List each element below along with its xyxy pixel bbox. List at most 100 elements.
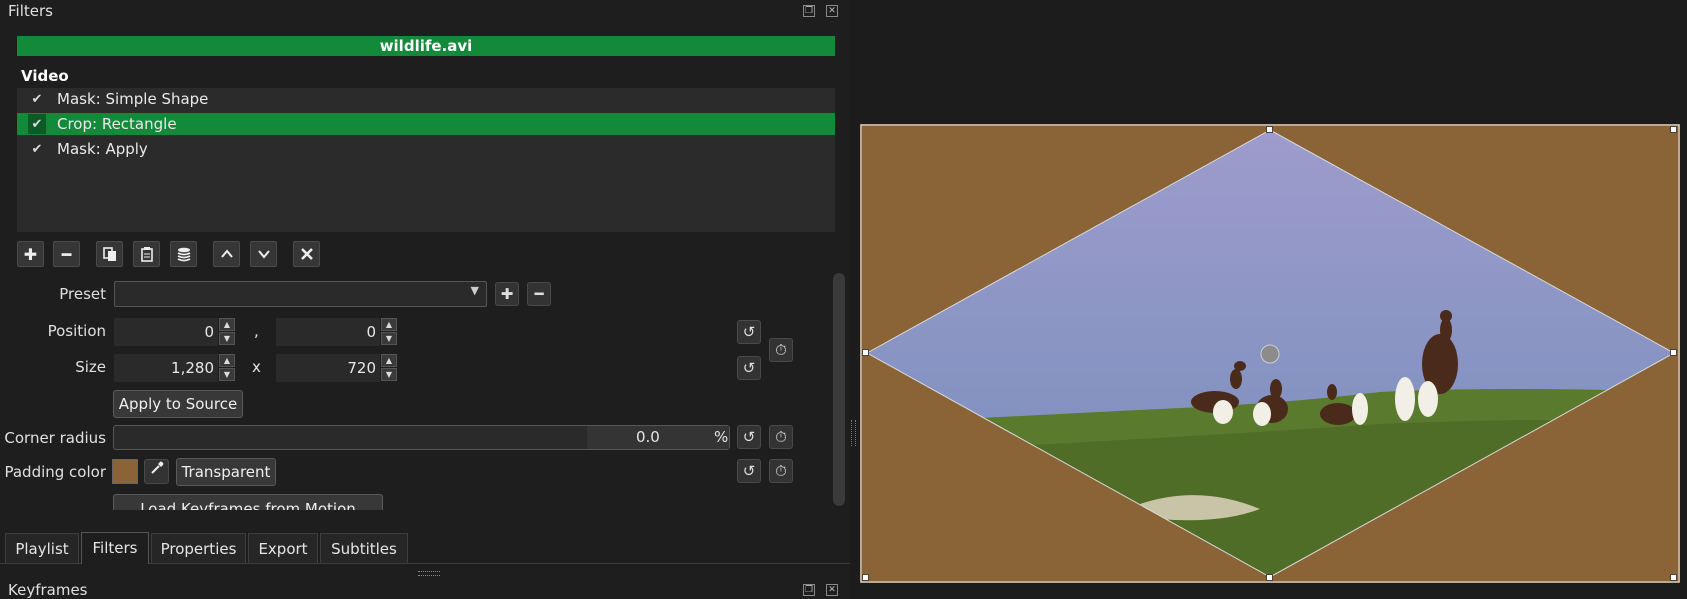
transparent-button[interactable]: Transparent [176, 458, 276, 486]
padding-color-swatch[interactable] [112, 459, 138, 484]
reset-icon: ↺ [742, 462, 756, 480]
reset-icon: ↺ [742, 428, 756, 446]
save-preset-button[interactable] [170, 241, 197, 267]
check-icon[interactable]: ✔ [28, 139, 46, 159]
position-x-input[interactable]: 0 [114, 318, 218, 346]
check-icon[interactable]: ✔ [28, 89, 46, 109]
copy-icon [102, 247, 116, 261]
keyframes-color-button[interactable]: ⏱ [769, 459, 793, 483]
splitter-handle[interactable] [418, 571, 440, 576]
move-down-button[interactable] [250, 241, 277, 267]
filter-item-selected[interactable]: ✔ Crop: Rectangle [17, 113, 835, 135]
load-keyframes-clip: Load Keyframes from Motion Tracker [113, 494, 383, 510]
plus-icon: ✚ [23, 244, 38, 264]
chevron-up-icon [220, 249, 233, 258]
keyframes-rect-button[interactable]: ⏱ [769, 338, 793, 362]
video-section-label: Video [21, 67, 69, 85]
minus-icon: ━ [61, 244, 72, 264]
eyedropper-icon [150, 461, 163, 474]
position-separator: , [254, 322, 259, 340]
spin-down-icon[interactable]: ▼ [381, 368, 397, 381]
paste-icon [140, 247, 153, 262]
position-label: Position [47, 322, 106, 340]
tab-properties[interactable]: Properties [151, 533, 246, 563]
copy-filters-button[interactable] [96, 241, 123, 267]
size-label: Size [75, 358, 106, 376]
spin-down-icon[interactable]: ▼ [219, 368, 235, 381]
add-preset-button[interactable]: ✚ [495, 282, 519, 306]
resize-handle[interactable] [1266, 574, 1273, 581]
reset-position-button[interactable]: ↺ [737, 320, 761, 344]
delete-preset-button[interactable]: ━ [527, 282, 551, 306]
reset-icon: ↺ [742, 323, 756, 341]
spin-down-icon[interactable]: ▼ [381, 332, 397, 345]
deselect-button[interactable] [293, 241, 320, 267]
resize-handle[interactable] [1670, 126, 1677, 133]
corner-radius-value: 0.0 [636, 428, 660, 446]
resize-handle[interactable] [862, 574, 869, 581]
paste-filters-button[interactable] [133, 241, 160, 267]
preset-label: Preset [59, 285, 106, 303]
size-height-input[interactable]: 720 [276, 354, 380, 382]
clip-name-bar: wildlife.avi [17, 36, 835, 56]
keyframes-dock-title: Keyframes [8, 581, 88, 599]
remove-filter-button[interactable]: ━ [53, 241, 80, 267]
close-dock-icon[interactable]: ✕ [826, 584, 838, 596]
plus-icon: ✚ [500, 285, 514, 303]
tab-playlist[interactable]: Playlist [5, 533, 79, 563]
close-dock-icon[interactable]: ✕ [826, 5, 838, 17]
spin-up-icon[interactable]: ▲ [381, 318, 397, 331]
preset-combo[interactable]: ▼ [114, 281, 487, 307]
filter-item-label: Mask: Simple Shape [57, 90, 209, 108]
filter-list[interactable]: ✔ Mask: Simple Shape ✔ Crop: Rectangle ✔… [17, 88, 835, 232]
video-preview[interactable] [860, 124, 1680, 583]
reset-size-button[interactable]: ↺ [737, 356, 761, 380]
tab-subtitles[interactable]: Subtitles [320, 533, 408, 563]
float-icon[interactable]: ❐ [803, 5, 815, 17]
dropdown-arrow-icon: ▼ [470, 284, 479, 297]
apply-to-source-button[interactable]: Apply to Source [113, 390, 243, 418]
reset-color-button[interactable]: ↺ [737, 459, 761, 483]
spin-down-icon[interactable]: ▼ [219, 332, 235, 345]
close-icon [300, 248, 313, 260]
move-up-button[interactable] [213, 241, 240, 267]
stack-icon [177, 247, 190, 262]
filters-dock-title: Filters [8, 2, 53, 20]
size-width-stepper[interactable]: ▲ ▼ [218, 354, 236, 382]
resize-handle[interactable] [1266, 126, 1273, 133]
check-icon[interactable]: ✔ [28, 114, 46, 134]
keyframes-radius-button[interactable]: ⏱ [769, 425, 793, 449]
position-x-stepper[interactable]: ▲ ▼ [218, 318, 236, 346]
stopwatch-icon: ⏱ [775, 428, 787, 446]
color-picker-button[interactable] [144, 459, 169, 484]
load-keyframes-button[interactable]: Load Keyframes from Motion Tracker [113, 494, 383, 510]
reset-corner-radius-button[interactable]: ↺ [737, 425, 761, 449]
corner-radius-label: Corner radius [4, 429, 106, 447]
add-filter-button[interactable]: ✚ [17, 241, 44, 267]
spin-up-icon[interactable]: ▲ [219, 354, 235, 367]
resize-handle[interactable] [1670, 349, 1677, 356]
position-y-input[interactable]: 0 [276, 318, 380, 346]
resize-handle[interactable] [1670, 574, 1677, 581]
filter-item-label: Mask: Apply [57, 140, 148, 158]
size-separator: x [252, 358, 261, 376]
preview-frame [860, 124, 1680, 583]
resize-handle[interactable] [862, 349, 869, 356]
stopwatch-icon: ⏱ [775, 341, 787, 359]
filter-item[interactable]: ✔ Mask: Apply [17, 138, 835, 160]
filter-item-label: Crop: Rectangle [57, 115, 177, 133]
spin-up-icon[interactable]: ▲ [219, 318, 235, 331]
padding-color-label: Padding color [4, 463, 106, 481]
properties-scrollbar[interactable] [833, 273, 845, 506]
spin-up-icon[interactable]: ▲ [381, 354, 397, 367]
panel-splitter[interactable] [851, 420, 856, 446]
tab-filters[interactable]: Filters [81, 532, 149, 564]
filter-item[interactable]: ✔ Mask: Simple Shape [17, 88, 835, 110]
corner-radius-slider[interactable]: 0.0 % [113, 425, 730, 450]
float-icon[interactable]: ❐ [803, 584, 815, 596]
position-y-stepper[interactable]: ▲ ▼ [380, 318, 398, 346]
tab-export[interactable]: Export [248, 533, 318, 563]
size-width-input[interactable]: 1,280 [114, 354, 218, 382]
size-height-stepper[interactable]: ▲ ▼ [380, 354, 398, 382]
reset-icon: ↺ [742, 359, 756, 377]
